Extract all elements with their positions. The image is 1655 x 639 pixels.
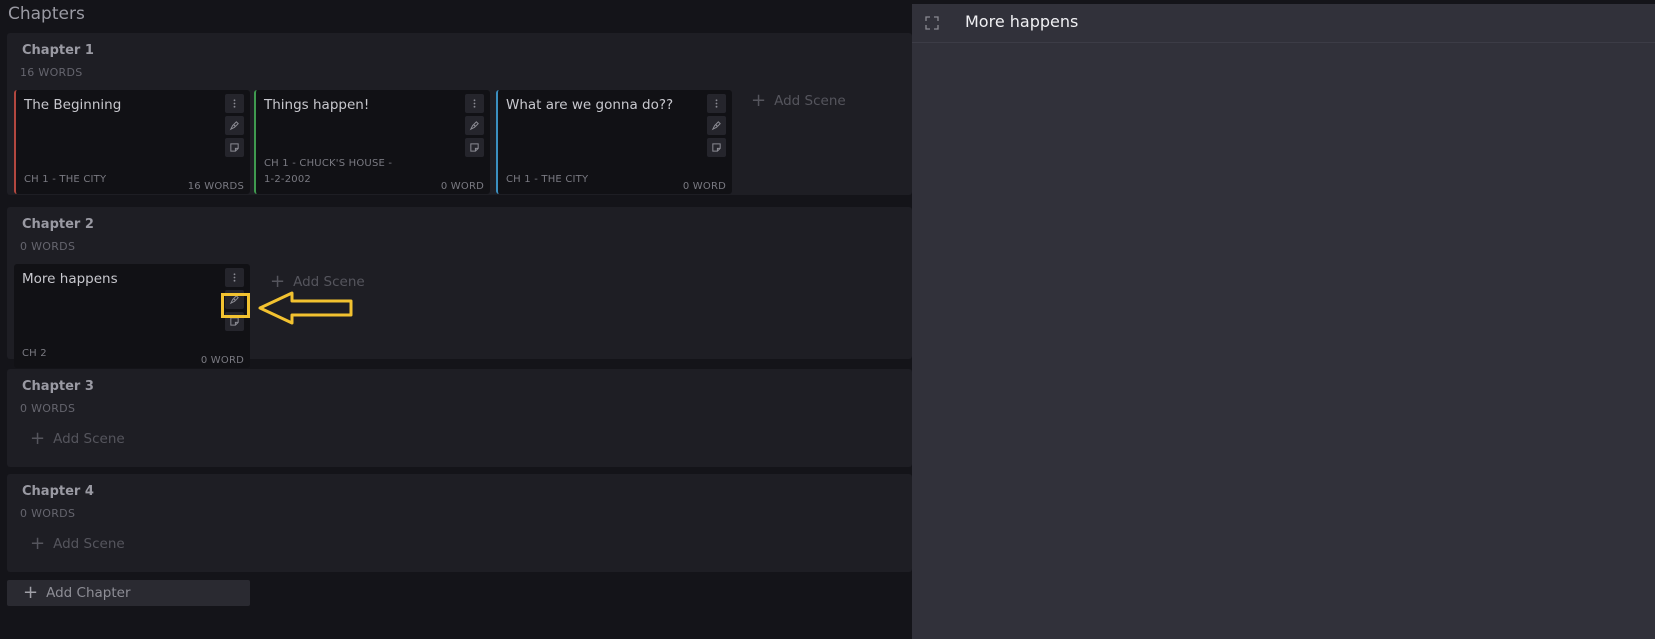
pointer-arrow-icon xyxy=(258,291,353,325)
scene-word-count: 16 WORDS xyxy=(187,181,244,192)
scene-card[interactable]: More happens CH 2 0 WORD xyxy=(14,264,250,368)
pen-nib-icon xyxy=(229,121,239,131)
add-scene-button[interactable]: + Add Scene xyxy=(30,535,125,553)
add-chapter-label: Add Chapter xyxy=(46,585,131,601)
scene-word-count: 0 WORD xyxy=(200,355,244,366)
panel-title: More happens xyxy=(965,12,1079,31)
add-scene-button[interactable]: + Add Scene xyxy=(30,430,125,448)
more-vertical-icon xyxy=(473,99,476,108)
scene-location: CH 1 - THE CITY xyxy=(506,174,589,185)
sticky-note-icon xyxy=(470,143,479,152)
scene-notes-button[interactable] xyxy=(225,138,244,157)
page-title: Chapters xyxy=(8,4,85,24)
add-scene-label: Add Scene xyxy=(774,93,846,109)
chapter-title[interactable]: Chapter 2 xyxy=(22,217,94,232)
scene-location-line1: CH 1 - CHUCK'S HOUSE - xyxy=(264,158,393,169)
chapter-word-count: 0 WORDS xyxy=(20,507,76,520)
chapter-word-count: 0 WORDS xyxy=(20,240,76,253)
scene-word-count: 0 WORD xyxy=(682,181,726,192)
pen-nib-icon xyxy=(469,121,479,131)
add-scene-label: Add Scene xyxy=(293,274,365,290)
scene-title: More happens xyxy=(22,271,118,287)
chapter-2: Chapter 2 0 WORDS More happens CH 2 0 WO… xyxy=(7,207,912,368)
scene-menu-button[interactable] xyxy=(707,94,726,113)
chapter-title[interactable]: Chapter 1 xyxy=(22,43,94,58)
panel-header: More happens xyxy=(912,4,1655,43)
scene-notes-button[interactable] xyxy=(707,138,726,157)
scene-card[interactable]: What are we gonna do?? CH 1 - THE CITY 0… xyxy=(496,90,732,194)
chapter-3: Chapter 3 0 WORDS + Add Scene xyxy=(7,369,912,467)
more-vertical-icon xyxy=(715,99,718,108)
sticky-note-icon xyxy=(712,143,721,152)
scene-word-count: 0 WORD xyxy=(440,181,484,192)
add-scene-button[interactable]: + Add Scene xyxy=(751,92,846,110)
plus-icon: + xyxy=(30,533,46,554)
scene-menu-button[interactable] xyxy=(225,268,244,287)
plus-icon: + xyxy=(270,271,286,292)
scene-pov-button[interactable] xyxy=(465,116,484,135)
scene-card[interactable]: Things happen! CH 1 - CHUCK'S HOUSE - 1-… xyxy=(254,90,490,194)
chapter-1: Chapter 1 16 WORDS The Beginning CH 1 - … xyxy=(7,33,912,195)
highlight-box xyxy=(221,293,250,318)
add-scene-button[interactable]: + Add Scene xyxy=(270,273,365,291)
chapter-4: Chapter 4 0 WORDS + Add Scene xyxy=(7,474,912,572)
scene-notes-button[interactable] xyxy=(465,138,484,157)
scene-menu-button[interactable] xyxy=(225,94,244,113)
more-vertical-icon xyxy=(233,273,236,282)
chapter-title[interactable]: Chapter 3 xyxy=(22,379,94,394)
add-scene-label: Add Scene xyxy=(53,536,125,552)
scene-location: CH 1 - THE CITY xyxy=(24,174,107,185)
scene-pov-button[interactable] xyxy=(225,116,244,135)
plus-icon: + xyxy=(751,90,767,111)
chapter-title[interactable]: Chapter 4 xyxy=(22,484,94,499)
chapter-word-count: 16 WORDS xyxy=(20,66,83,79)
scene-title: Things happen! xyxy=(264,97,370,113)
scene-location: 1-2-2002 xyxy=(264,174,311,185)
chapters-column: Chapters Chapter 1 16 WORDS The Beginnin… xyxy=(0,0,912,639)
more-vertical-icon xyxy=(233,99,236,108)
scene-location: CH 2 xyxy=(22,348,47,359)
add-scene-label: Add Scene xyxy=(53,431,125,447)
add-chapter-button[interactable]: + Add Chapter xyxy=(7,580,250,606)
chapter-word-count: 0 WORDS xyxy=(20,402,76,415)
scene-title: The Beginning xyxy=(24,97,122,113)
scene-title: What are we gonna do?? xyxy=(506,97,674,113)
scene-menu-button[interactable] xyxy=(465,94,484,113)
scene-card[interactable]: The Beginning CH 1 - THE CITY 16 WORDS xyxy=(14,90,250,194)
scene-pov-button[interactable] xyxy=(707,116,726,135)
scene-editor-panel: More happens xyxy=(912,4,1655,639)
pen-nib-icon xyxy=(711,121,721,131)
plus-icon: + xyxy=(23,582,39,603)
scene-editor-body[interactable] xyxy=(912,44,1655,639)
plus-icon: + xyxy=(30,428,46,449)
sticky-note-icon xyxy=(230,143,239,152)
expand-icon[interactable] xyxy=(925,16,939,30)
